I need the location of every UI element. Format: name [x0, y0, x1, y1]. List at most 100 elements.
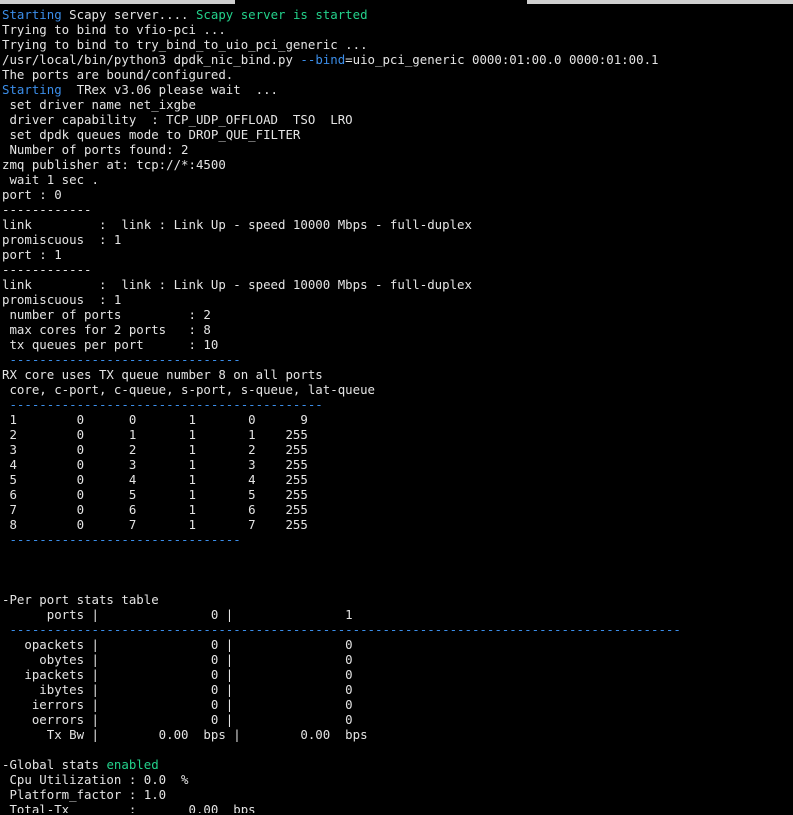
terminal-text: max cores for 2 ports : 8 [2, 322, 211, 337]
window-tab[interactable] [527, 0, 793, 4]
terminal-text: ----------------------------------------… [2, 622, 681, 637]
terminal-line: number of ports : 2 [2, 307, 791, 322]
terminal-line: ------------ [2, 262, 791, 277]
terminal-line: promiscuous : 1 [2, 292, 791, 307]
terminal-text: enabled [106, 757, 159, 772]
terminal-text: driver capability : TCP_UDP_OFFLOAD TSO … [2, 112, 353, 127]
terminal-text: -Per port stats table [2, 592, 159, 607]
terminal-text: --bind [300, 52, 346, 67]
terminal-text: 2 0 1 1 1 255 [2, 427, 308, 442]
terminal-text: core, c-port, c-queue, s-port, s-queue, … [2, 382, 375, 397]
terminal-line: ierrors | 0 | 0 [2, 697, 791, 712]
terminal-line: core, c-port, c-queue, s-port, s-queue, … [2, 382, 791, 397]
terminal-text: Cpu Utilization : 0.0 % [2, 772, 189, 787]
terminal-line: zmq publisher at: tcp://*:4500 [2, 157, 791, 172]
terminal-line: port : 1 [2, 247, 791, 262]
terminal-line: link : link : Link Up - speed 10000 Mbps… [2, 277, 791, 292]
terminal-line: Starting TRex v3.06 please wait ... [2, 82, 791, 97]
terminal-line: ports | 0 | 1 [2, 607, 791, 622]
terminal-text: Starting [2, 7, 62, 22]
terminal-text: ------------------------------- [2, 532, 241, 547]
terminal-text: 7 0 6 1 6 255 [2, 502, 308, 517]
terminal-text: RX core uses TX queue number 8 on all po… [2, 367, 323, 382]
window-top-edge [0, 0, 793, 4]
terminal-text: TRex v3.06 please wait ... [61, 82, 279, 97]
terminal-line: port : 0 [2, 187, 791, 202]
terminal-line: set driver name net_ixgbe [2, 97, 791, 112]
terminal-line: promiscuous : 1 [2, 232, 791, 247]
terminal-text: -Global stats [2, 757, 107, 772]
terminal-text: =uio_pci_generic 0000:01:00.0 0000:01:00… [345, 52, 659, 67]
terminal-text: number of ports : 2 [2, 307, 211, 322]
terminal-text: ----------------------------------------… [2, 397, 323, 412]
terminal-text: Total-Tx : 0.00 bps [2, 802, 256, 813]
terminal-text: zmq publisher at: tcp://*:4500 [2, 157, 226, 172]
terminal-line: 1 0 0 1 0 9 [2, 412, 791, 427]
terminal-text: ports | 0 | 1 [2, 607, 353, 622]
terminal-line: link : link : Link Up - speed 10000 Mbps… [2, 217, 791, 232]
terminal-text: 4 0 3 1 3 255 [2, 457, 308, 472]
terminal-line: ----------------------------------------… [2, 622, 791, 637]
terminal-line: The ports are bound/configured. [2, 67, 791, 82]
terminal-text: set driver name net_ixgbe [2, 97, 196, 112]
terminal-text: 5 0 4 1 4 255 [2, 472, 308, 487]
terminal-text: Starting [2, 82, 62, 97]
window-tab[interactable] [0, 0, 235, 4]
terminal-output[interactable]: Starting Scapy server.... Scapy server i… [2, 7, 791, 813]
terminal-text: ------------ [2, 262, 92, 277]
terminal-text: wait 1 sec . [2, 172, 99, 187]
terminal-text: obytes | 0 | 0 [2, 652, 353, 667]
terminal-text: ------------------------------- [2, 352, 241, 367]
terminal-line: -Per port stats table [2, 592, 791, 607]
terminal-text: tx queues per port : 10 [2, 337, 219, 352]
terminal-line: ibytes | 0 | 0 [2, 682, 791, 697]
terminal-line: 2 0 1 1 1 255 [2, 427, 791, 442]
terminal-line: ------------------------------- [2, 532, 791, 547]
terminal-line: 7 0 6 1 6 255 [2, 502, 791, 517]
terminal-line: 3 0 2 1 2 255 [2, 442, 791, 457]
terminal-text: port : 1 [2, 247, 62, 262]
terminal-line: ------------------------------- [2, 352, 791, 367]
terminal-line: ipackets | 0 | 0 [2, 667, 791, 682]
terminal-text: promiscuous : 1 [2, 292, 122, 307]
terminal-line: opackets | 0 | 0 [2, 637, 791, 652]
terminal-line: tx queues per port : 10 [2, 337, 791, 352]
terminal-text: ibytes | 0 | 0 [2, 682, 353, 697]
terminal-line: Starting Scapy server.... Scapy server i… [2, 7, 791, 22]
terminal-text: Scapy server.... [61, 7, 196, 22]
terminal-line: 4 0 3 1 3 255 [2, 457, 791, 472]
terminal-line: /usr/local/bin/python3 dpdk_nic_bind.py … [2, 52, 791, 67]
terminal-text: Platform_factor : 1.0 [2, 787, 167, 802]
terminal-text: Scapy server is started [195, 7, 368, 22]
terminal-line: oerrors | 0 | 0 [2, 712, 791, 727]
terminal-line: Trying to bind to vfio-pci ... [2, 22, 791, 37]
terminal-text: set dpdk queues mode to DROP_QUE_FILTER [2, 127, 301, 142]
terminal-text: ------------ [2, 202, 92, 217]
terminal-line: driver capability : TCP_UDP_OFFLOAD TSO … [2, 112, 791, 127]
terminal-text: Trying to bind to try_bind_to_uio_pci_ge… [2, 37, 368, 52]
terminal-line: wait 1 sec . [2, 172, 791, 187]
terminal-line: ------------ [2, 202, 791, 217]
terminal-text: Trying to bind to vfio-pci ... [2, 22, 226, 37]
terminal-line: 8 0 7 1 7 255 [2, 517, 791, 532]
terminal-text: promiscuous : 1 [2, 232, 122, 247]
terminal-text: Number of ports found: 2 [2, 142, 189, 157]
terminal-text: /usr/local/bin/python3 dpdk_nic_bind.py [2, 52, 301, 67]
terminal-line: Trying to bind to try_bind_to_uio_pci_ge… [2, 37, 791, 52]
terminal-line: Platform_factor : 1.0 [2, 787, 791, 802]
terminal-text: ipackets | 0 | 0 [2, 667, 353, 682]
terminal-text: link : link : Link Up - speed 10000 Mbps… [2, 277, 472, 292]
terminal-line: obytes | 0 | 0 [2, 652, 791, 667]
terminal-line: ----------------------------------------… [2, 397, 791, 412]
terminal-text: Tx Bw | 0.00 bps | 0.00 bps [2, 727, 368, 742]
terminal-text: opackets | 0 | 0 [2, 637, 353, 652]
terminal-line: 5 0 4 1 4 255 [2, 472, 791, 487]
terminal-text: The ports are bound/configured. [2, 67, 234, 82]
terminal-text: 1 0 0 1 0 9 [2, 412, 308, 427]
terminal-line: Cpu Utilization : 0.0 % [2, 772, 791, 787]
terminal-text: 6 0 5 1 5 255 [2, 487, 308, 502]
terminal-line: RX core uses TX queue number 8 on all po… [2, 367, 791, 382]
